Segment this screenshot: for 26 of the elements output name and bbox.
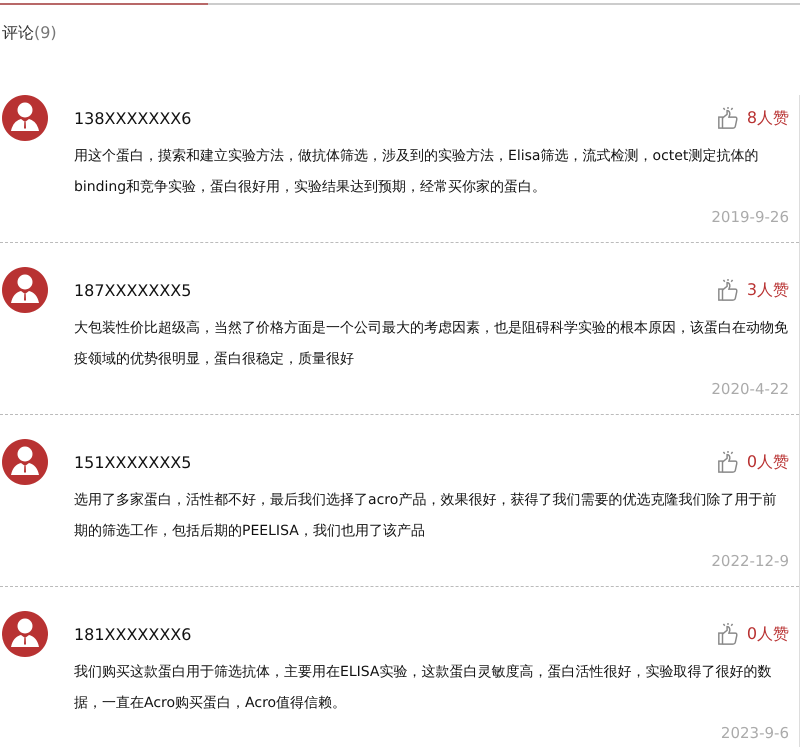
- thumbs-up-icon[interactable]: [716, 622, 739, 646]
- avatar-icon: [2, 267, 48, 313]
- thumbs-up-icon[interactable]: [716, 278, 739, 302]
- avatar-icon: [2, 439, 48, 485]
- thumbs-up-icon[interactable]: [716, 106, 739, 130]
- avatar-icon: [2, 95, 48, 141]
- comment-text: 我们购买这款蛋白用于筛选抗体，主要用在ELISA实验，这款蛋白灵敏度高，蛋白活性很好，实验取得了很好的数据，一直在Acro购买蛋白，Acro值得信赖。: [74, 663, 772, 713]
- user-name: 138XXXXXXX6: [74, 108, 192, 128]
- like-count: 8人赞: [746, 108, 789, 128]
- like-count: 0人赞: [746, 624, 789, 644]
- comment-date: 2019-9-26: [711, 207, 789, 228]
- comment-date: 2020-4-22: [711, 379, 789, 400]
- comment-text: 用这个蛋白，摸索和建立实验方法，做抗体筛选，涉及到的实验方法，Elisa筛选，流式检测，octet测定抗体的binding和竞争实验，蛋白很好用，实验结果达到预期，经常买你家的蛋白。: [74, 147, 760, 197]
- like-count: 3人赞: [746, 280, 789, 300]
- comments-heading: 评论: [2, 23, 34, 42]
- user-name: 187XXXXXXX5: [74, 280, 192, 300]
- user-name: 181XXXXXXX6: [74, 624, 192, 644]
- like-count: 0人赞: [746, 452, 789, 472]
- comment-date: 2023-9-6: [720, 723, 789, 744]
- thumbs-up-icon[interactable]: [716, 450, 739, 474]
- user-name: 151XXXXXXX5: [74, 452, 192, 472]
- avatar-icon: [2, 611, 48, 657]
- comment-text: 大包装性价比超级高，当然了价格方面是一个公司最大的考虑因素，也是阻碍科学实验的根本原因，该蛋白在动物免疫领域的优势很明显，蛋白很稳定，质量很好: [74, 319, 789, 369]
- comment-date: 2022-12-9: [711, 551, 789, 572]
- comment-count: (9): [34, 23, 57, 42]
- comment-text: 选用了多家蛋白，活性都不好，最后我们选择了acro产品，效果很好，获得了我们需要的优选克隆我们除了用于前期的筛选工作，包括后期的PEELISA，我们也用了该产品: [74, 491, 778, 541]
